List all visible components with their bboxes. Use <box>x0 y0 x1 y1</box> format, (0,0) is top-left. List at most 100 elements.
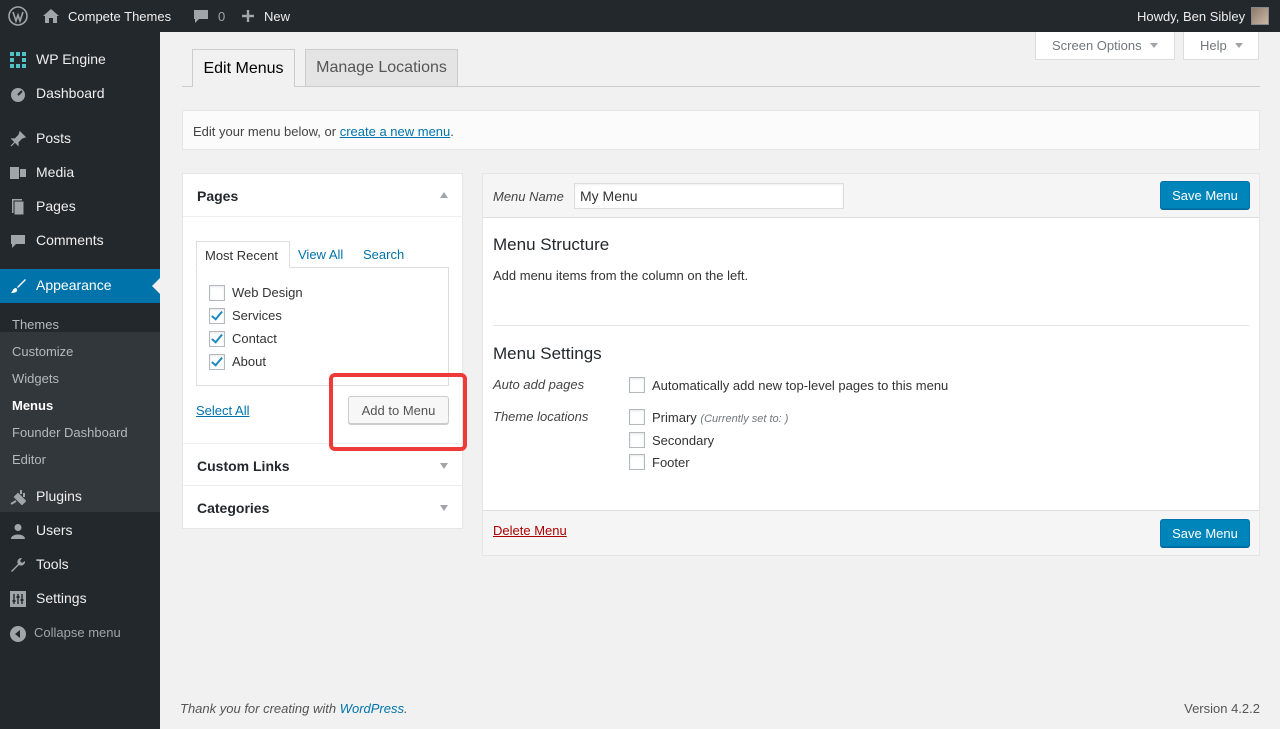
save-menu-button-bottom[interactable]: Save Menu <box>1160 519 1250 547</box>
dashboard-icon <box>11 88 25 102</box>
chevron-down-icon <box>1149 43 1158 48</box>
menu-settings-title: Menu Settings <box>493 344 602 363</box>
sidebar-item-label: Media <box>36 164 75 180</box>
help-button[interactable]: Help <box>1183 32 1259 60</box>
sidebar-item-pages[interactable]: Pages <box>0 190 160 224</box>
auto-add-checkbox[interactable] <box>629 377 645 393</box>
menu-name-input[interactable] <box>574 183 844 209</box>
wordpress-logo-icon[interactable] <box>8 0 28 32</box>
checkmark-icon <box>211 308 223 321</box>
chevron-down-icon <box>440 463 448 469</box>
sidebar-item-label: Users <box>36 522 73 538</box>
tab-search[interactable]: Search <box>363 247 404 262</box>
notice-text: Edit your menu below, or <box>193 124 340 139</box>
comments-link[interactable]: 0 <box>192 0 225 32</box>
sidebar-item-label: Posts <box>36 130 72 146</box>
sidebar-item-label: Comments <box>36 232 104 248</box>
categories-section-header[interactable]: Categories <box>183 486 462 529</box>
chevron-down-icon <box>1234 43 1243 48</box>
chevron-down-icon <box>440 505 448 511</box>
menu-footer <box>483 510 1259 555</box>
location-note: (Currently set to: ) <box>700 413 789 425</box>
sidebar-item-label: Settings <box>36 590 87 606</box>
notice-end: . <box>450 124 454 139</box>
new-content-link[interactable]: New <box>241 0 290 32</box>
new-label: New <box>264 8 291 24</box>
sidebar-item-label: WP Engine <box>36 51 106 67</box>
sidebar-item-label: Collapse menu <box>34 625 121 640</box>
page-label: Services <box>232 308 282 323</box>
create-new-menu-link[interactable]: create a new menu <box>340 124 451 139</box>
location-label-primary: Primary (Currently set to: ) <box>652 410 788 425</box>
pages-section-header[interactable]: Pages <box>183 174 462 217</box>
section-divider <box>493 325 1249 326</box>
tab-edit-menus[interactable]: Edit Menus <box>192 49 295 87</box>
my-account-link[interactable]: Howdy, Ben Sibley <box>1137 0 1270 32</box>
page-checkbox-contact[interactable] <box>209 331 225 347</box>
sidebar-item-label: Pages <box>36 198 76 214</box>
home-icon <box>43 9 59 23</box>
sidebar-item-posts[interactable]: Posts <box>0 122 160 156</box>
location-checkbox-footer[interactable] <box>629 454 645 470</box>
sidebar-item-media[interactable]: Media <box>0 156 160 190</box>
categories-title: Categories <box>197 500 270 516</box>
plug-icon <box>10 490 26 505</box>
sidebar-item-label: Plugins <box>36 488 82 504</box>
page-label: Contact <box>232 331 277 346</box>
menu-structure-description: Add menu items from the column on the le… <box>493 268 749 283</box>
sidebar-item-comments[interactable]: Comments <box>0 224 160 258</box>
sidebar-item-settings[interactable]: Settings <box>0 582 160 616</box>
collapse-icon <box>10 626 26 642</box>
pages-icon <box>12 199 25 215</box>
brush-icon <box>11 279 26 293</box>
sidebar-item-plugins[interactable]: Plugins <box>0 480 160 514</box>
screen-options-button[interactable]: Screen Options <box>1035 32 1175 60</box>
plus-icon <box>242 10 254 22</box>
submenu-item-founder-dashboard[interactable]: Founder Dashboard <box>12 425 128 440</box>
select-all-link[interactable]: Select All <box>196 403 249 418</box>
checkmark-icon <box>211 331 223 344</box>
howdy-text: Howdy, Ben Sibley <box>1137 8 1246 24</box>
grid-icon <box>10 52 26 68</box>
collapse-menu-button[interactable]: Collapse menu <box>0 617 160 651</box>
location-label-footer: Footer <box>652 455 690 470</box>
sidebar-item-label: Tools <box>36 556 69 572</box>
pages-section-title: Pages <box>197 188 239 204</box>
tab-most-recent[interactable]: Most Recent <box>196 241 290 268</box>
submenu-item-themes[interactable]: Themes <box>12 317 59 332</box>
page-checkbox-about[interactable] <box>209 354 225 370</box>
footer-thanks-text: Thank you for creating with <box>180 701 340 716</box>
location-checkbox-primary[interactable] <box>629 409 645 425</box>
page-checkbox-services[interactable] <box>209 308 225 324</box>
user-icon <box>11 524 25 539</box>
help-label: Help <box>1200 38 1227 53</box>
sidebar-item-appearance[interactable]: Appearance <box>0 269 160 303</box>
settings-icon <box>10 591 26 607</box>
wrench-icon <box>11 557 26 572</box>
submenu-item-editor[interactable]: Editor <box>12 452 46 467</box>
avatar <box>1251 7 1270 25</box>
auto-add-text: Automatically add new top-level pages to… <box>652 378 949 393</box>
sidebar-item-tools[interactable]: Tools <box>0 548 160 582</box>
submenu-item-customize[interactable]: Customize <box>12 344 73 359</box>
sidebar-item-wp-engine[interactable]: WP Engine <box>0 43 160 77</box>
sidebar-item-users[interactable]: Users <box>0 514 160 548</box>
sidebar-item-dashboard[interactable]: Dashboard <box>0 77 160 111</box>
tab-manage-locations[interactable]: Manage Locations <box>305 49 458 86</box>
tab-view-all[interactable]: View All <box>298 247 343 262</box>
submenu-item-menus[interactable]: Menus <box>12 398 53 413</box>
admin-bar: Compete Themes 0 New Howdy, Ben Sibley <box>0 0 1280 32</box>
page-checkbox-web-design[interactable] <box>209 285 225 301</box>
delete-menu-link[interactable]: Delete Menu <box>493 523 567 538</box>
location-name: Primary <box>652 410 697 425</box>
location-checkbox-secondary[interactable] <box>629 432 645 448</box>
save-menu-button-top[interactable]: Save Menu <box>1160 181 1250 209</box>
submenu-item-widgets[interactable]: Widgets <box>12 371 59 386</box>
footer-thanks-end: . <box>404 701 408 716</box>
site-name-link[interactable]: Compete Themes <box>42 0 171 32</box>
site-name: Compete Themes <box>68 8 172 24</box>
wordpress-link[interactable]: WordPress <box>340 701 404 716</box>
screen-options-label: Screen Options <box>1052 38 1142 53</box>
comments-count: 0 <box>218 8 226 24</box>
theme-locations-label: Theme locations <box>493 409 589 424</box>
